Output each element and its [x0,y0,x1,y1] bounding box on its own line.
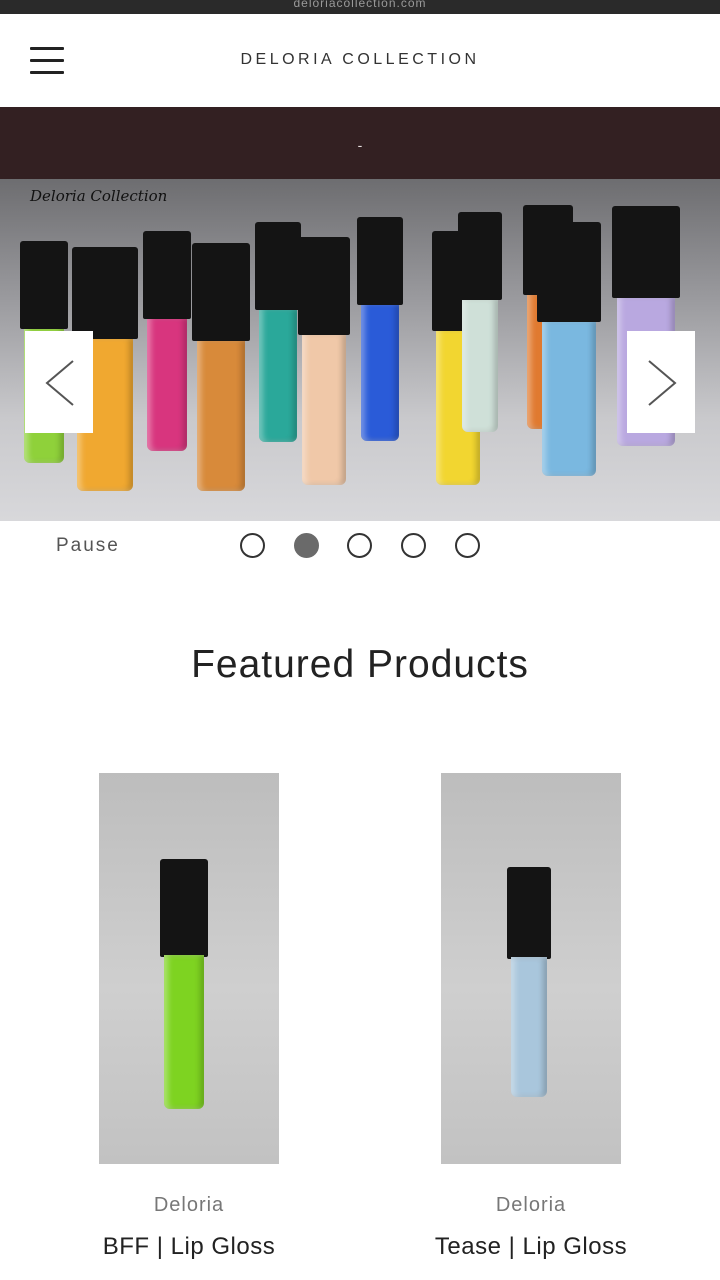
chevron-right-icon [648,360,677,406]
announcement-bar: - [0,107,720,179]
site-brand[interactable]: DELORIA COLLECTION [0,51,720,69]
slideshow-controls: Pause [0,521,720,571]
product-title[interactable]: BFF | Lip Gloss [39,1233,339,1261]
product-title[interactable]: Tease | Lip Gloss [381,1233,681,1261]
gloss-bottle [357,217,403,441]
product-bottle [507,867,551,1097]
product-vendor: Deloria [153,1194,225,1216]
browser-url: deloriacollection.com [293,0,427,10]
product-image[interactable] [99,773,279,1164]
product-vendor: Deloria [495,1194,567,1216]
gloss-bottle [192,243,250,491]
slide-dot-2[interactable] [294,533,319,558]
site-header: DELORIA COLLECTION [0,14,720,107]
pause-button[interactable]: Pause [56,535,120,557]
browser-status-bar: deloriacollection.com [0,0,720,14]
gloss-bottle [458,212,502,432]
slide-dot-1[interactable] [240,533,265,558]
slide-dot-4[interactable] [401,533,426,558]
slideshow-next-button[interactable] [627,331,695,433]
featured-products-heading: Featured Products [191,643,529,686]
chevron-left-icon [45,360,74,406]
slideshow-prev-button[interactable] [25,331,93,433]
slide-dot-5[interactable] [455,533,480,558]
product-image[interactable] [441,773,621,1164]
hero-slideshow: Deloria Collection [0,179,720,521]
product-bottle [160,859,208,1109]
gloss-bottle [298,237,350,485]
slide-caption: Deloria Collection [30,187,168,205]
gloss-bottle [143,231,191,451]
gloss-bottle [255,222,301,442]
gloss-bottle [537,222,601,476]
announcement-text: - [357,137,363,153]
slide-dot-3[interactable] [347,533,372,558]
